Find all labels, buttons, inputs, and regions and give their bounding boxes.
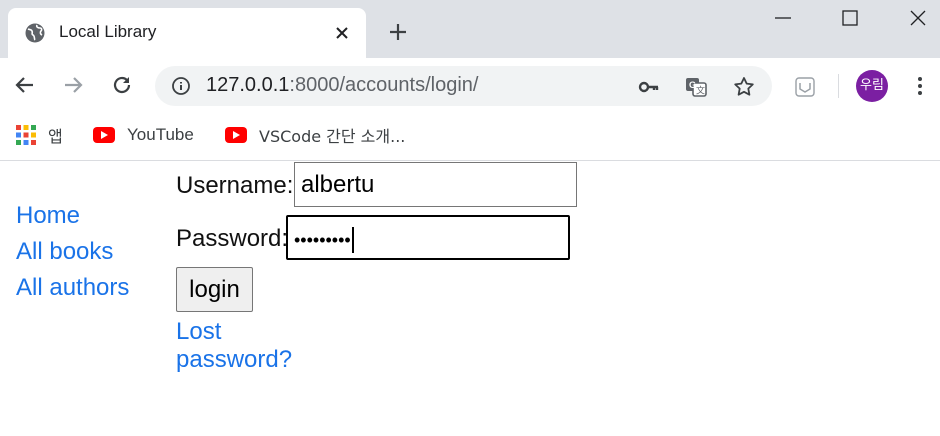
new-tab-icon[interactable] [386,20,410,44]
back-arrow-icon[interactable] [12,72,38,98]
forward-arrow-icon[interactable] [60,72,86,98]
svg-text:文: 文 [696,85,705,97]
menu-kebab-icon[interactable] [908,74,932,98]
apps-grid-icon [16,125,36,145]
toolbar-divider [838,74,839,98]
bookmark-youtube[interactable]: YouTube [93,123,194,147]
globe-icon [25,23,45,43]
username-input[interactable]: albertu [294,162,577,207]
bookmark-apps[interactable]: 앱 [16,123,63,147]
minimize-icon[interactable] [771,6,795,30]
password-label: Password: [176,225,289,252]
profile-avatar[interactable]: 우림 [856,70,888,102]
star-bookmark-icon[interactable] [732,75,756,99]
text-caret [351,226,354,253]
close-tab-icon[interactable] [330,21,354,45]
youtube-icon [93,127,115,143]
lost-password-link[interactable]: Lost password? [176,318,292,374]
sidebar-nav: Home All books All authors [16,198,129,306]
tab-title: Local Library [59,22,157,41]
bookmark-vscode[interactable]: VSCode 간단 소개... [225,123,405,147]
bookmark-label: VSCode 간단 소개... [259,127,406,146]
password-input[interactable]: ••••••••• [286,215,570,260]
bookmark-label: 앱 [48,127,63,146]
address-bar[interactable]: 127.0.0.1:8000/accounts/login/ G 文 [155,66,772,106]
page-content: Home All books All authors Username: alb… [0,162,940,436]
window-close-icon[interactable] [906,6,930,30]
username-value: albertu [301,171,375,198]
password-value: ••••••••• [294,230,351,250]
translate-icon[interactable]: G 文 [684,75,708,99]
maximize-icon[interactable] [838,6,862,30]
username-label: Username: [176,172,294,199]
extension-icon[interactable] [793,75,817,99]
url-host: 127.0.0.1 [206,74,290,96]
sidebar-link-home[interactable]: Home [16,198,129,234]
url-text[interactable]: 127.0.0.1:8000/accounts/login/ [206,74,478,97]
info-icon[interactable] [171,76,191,96]
key-icon[interactable] [637,75,661,99]
tab-local-library[interactable]: Local Library [8,8,366,58]
browser-toolbar: 127.0.0.1:8000/accounts/login/ G 文 우림 [0,58,940,112]
bookmarks-bar: 앱 YouTube VSCode 간단 소개... [0,112,940,161]
reload-icon[interactable] [109,72,135,98]
sidebar-link-all-books[interactable]: All books [16,234,129,270]
login-button[interactable]: login [176,267,253,312]
youtube-icon [225,127,247,143]
url-path: :8000/accounts/login/ [289,74,479,96]
tab-strip: Local Library [0,0,940,58]
svg-text:G: G [689,80,696,90]
sidebar-link-all-authors[interactable]: All authors [16,270,129,306]
bookmark-label: YouTube [127,125,194,144]
